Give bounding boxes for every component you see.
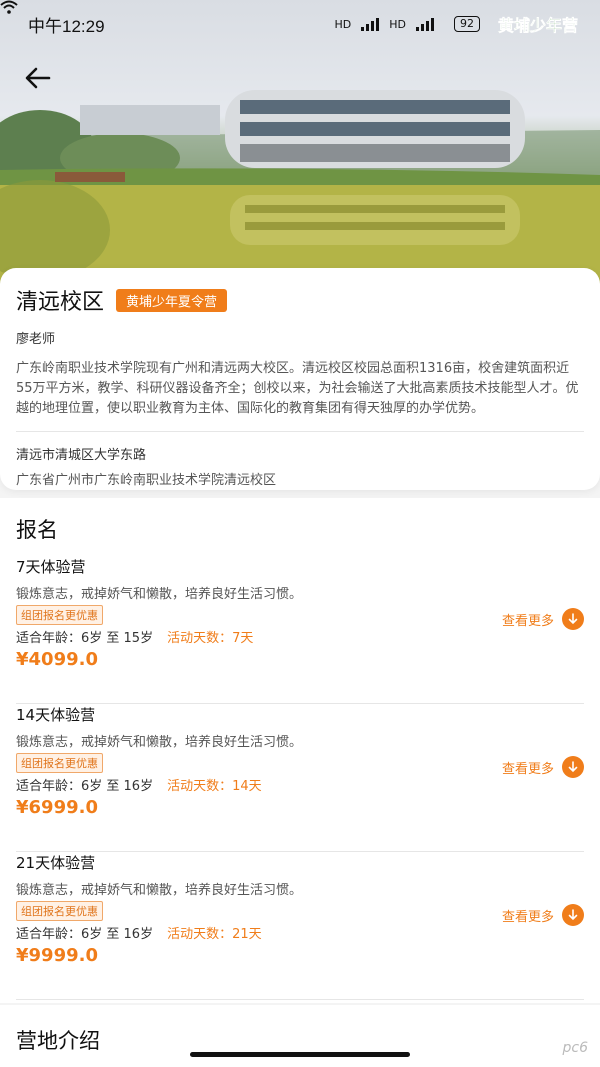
campus-description: 广东岭南职业技术学院现有广州和清远两大校区。清远校区校园总面积1316亩，校舍建… bbox=[16, 361, 579, 416]
camp-age: 适合年龄：6岁 至 15岁 活动天数：7天 bbox=[16, 627, 253, 646]
campus-info-card: 清远校区 黄埔少年夏令营 廖老师 广东岭南职业技术学院现有广州和清远两大校区。清… bbox=[0, 268, 600, 490]
camp-price: ¥4099.0 bbox=[16, 649, 98, 670]
watermark: pc6 bbox=[562, 1040, 589, 1056]
network-label-1: HD bbox=[334, 17, 352, 31]
camp-item[interactable]: 14天体验营 锻炼意志，戒掉娇气和懒散，培养良好生活习惯。 组团报名更优惠 适合… bbox=[0, 704, 600, 852]
campus-photo: 中午12:29 HD HD 92 黄埔少年营 bbox=[0, 0, 600, 290]
camp-description: 锻炼意志，戒掉娇气和懒散，培养良好生活习惯。 bbox=[16, 587, 303, 602]
address-line-1[interactable]: 清远市清城区大学东路 bbox=[16, 444, 584, 463]
app-logo: 黄埔少年营 bbox=[497, 16, 579, 36]
view-more-label: 查看更多 bbox=[501, 613, 554, 629]
camp-item[interactable]: 7天体验营 锻炼意志，戒掉娇气和懒散，培养良好生活习惯。 组团报名更优惠 适合年… bbox=[0, 556, 600, 704]
divider bbox=[16, 999, 584, 1000]
camp-name: 14天体验营 bbox=[16, 706, 96, 724]
arrow-down-circle-icon bbox=[562, 904, 584, 926]
camp-age: 适合年龄：6岁 至 16岁 活动天数：21天 bbox=[16, 923, 262, 942]
view-more-button[interactable]: 查看更多 bbox=[502, 904, 584, 926]
view-more-button[interactable]: 查看更多 bbox=[502, 756, 584, 778]
camp-name: 7天体验营 bbox=[16, 558, 86, 576]
age-range: 适合年龄：6岁 至 16岁 bbox=[16, 927, 154, 942]
back-button[interactable] bbox=[22, 62, 54, 94]
group-discount-badge: 组团报名更优惠 bbox=[16, 753, 103, 773]
arrow-down-circle-icon bbox=[562, 608, 584, 630]
view-more-button[interactable]: 查看更多 bbox=[502, 608, 584, 630]
status-time: 中午12:29 bbox=[28, 16, 105, 36]
camp-days: 活动天数：14天 bbox=[167, 779, 262, 794]
status-bar: 中午12:29 HD HD 92 黄埔少年营 bbox=[0, 0, 600, 48]
signal-icon-2 bbox=[415, 17, 434, 31]
camp-description: 锻炼意志，戒掉娇气和懒散，培养良好生活习惯。 bbox=[16, 883, 303, 898]
camp-price: ¥9999.0 bbox=[16, 945, 98, 966]
camp-name: 21天体验营 bbox=[16, 854, 96, 872]
age-range: 适合年龄：6岁 至 16岁 bbox=[16, 779, 154, 794]
group-discount-badge: 组团报名更优惠 bbox=[16, 901, 103, 921]
camp-item[interactable]: 21天体验营 锻炼意志，戒掉娇气和懒散，培养良好生活习惯。 组团报名更优惠 适合… bbox=[0, 852, 600, 1000]
arrow-down-circle-icon bbox=[562, 756, 584, 778]
signal-icon bbox=[361, 17, 380, 31]
campus-name: 清远校区 bbox=[16, 290, 105, 315]
address-line-2: 广东省广州市广东岭南职业技术学院清远校区 bbox=[16, 473, 277, 488]
camp-days: 活动天数：21天 bbox=[167, 927, 262, 942]
camp-intro-section: 营地介绍 bbox=[0, 1005, 600, 1067]
camp-tag: 黄埔少年夏令营 bbox=[116, 288, 228, 312]
divider bbox=[16, 431, 584, 432]
camp-days: 活动天数：7天 bbox=[167, 631, 254, 646]
camp-description: 锻炼意志，戒掉娇气和懒散，培养良好生活习惯。 bbox=[16, 735, 303, 750]
signup-section: 报名 7天体验营 锻炼意志，戒掉娇气和懒散，培养良好生活习惯。 组团报名更优惠 … bbox=[0, 498, 600, 1003]
status-icons: HD HD 92 黄埔少年营 bbox=[0, 0, 579, 36]
group-discount-badge: 组团报名更优惠 bbox=[16, 605, 103, 625]
camp-intro-title: 营地介绍 bbox=[16, 1029, 100, 1053]
teacher-name: 廖老师 bbox=[16, 332, 56, 347]
view-more-label: 查看更多 bbox=[501, 761, 554, 777]
battery-icon: 92 bbox=[453, 16, 480, 32]
camp-age: 适合年龄：6岁 至 16岁 活动天数：14天 bbox=[16, 775, 262, 794]
network-label-2: HD bbox=[389, 17, 406, 31]
view-more-label: 查看更多 bbox=[501, 909, 554, 925]
home-indicator[interactable] bbox=[190, 1052, 410, 1057]
arrow-left-icon bbox=[25, 67, 51, 89]
signup-title: 报名 bbox=[16, 518, 58, 542]
age-range: 适合年龄：6岁 至 15岁 bbox=[16, 631, 154, 646]
camp-price: ¥6999.0 bbox=[16, 797, 98, 818]
